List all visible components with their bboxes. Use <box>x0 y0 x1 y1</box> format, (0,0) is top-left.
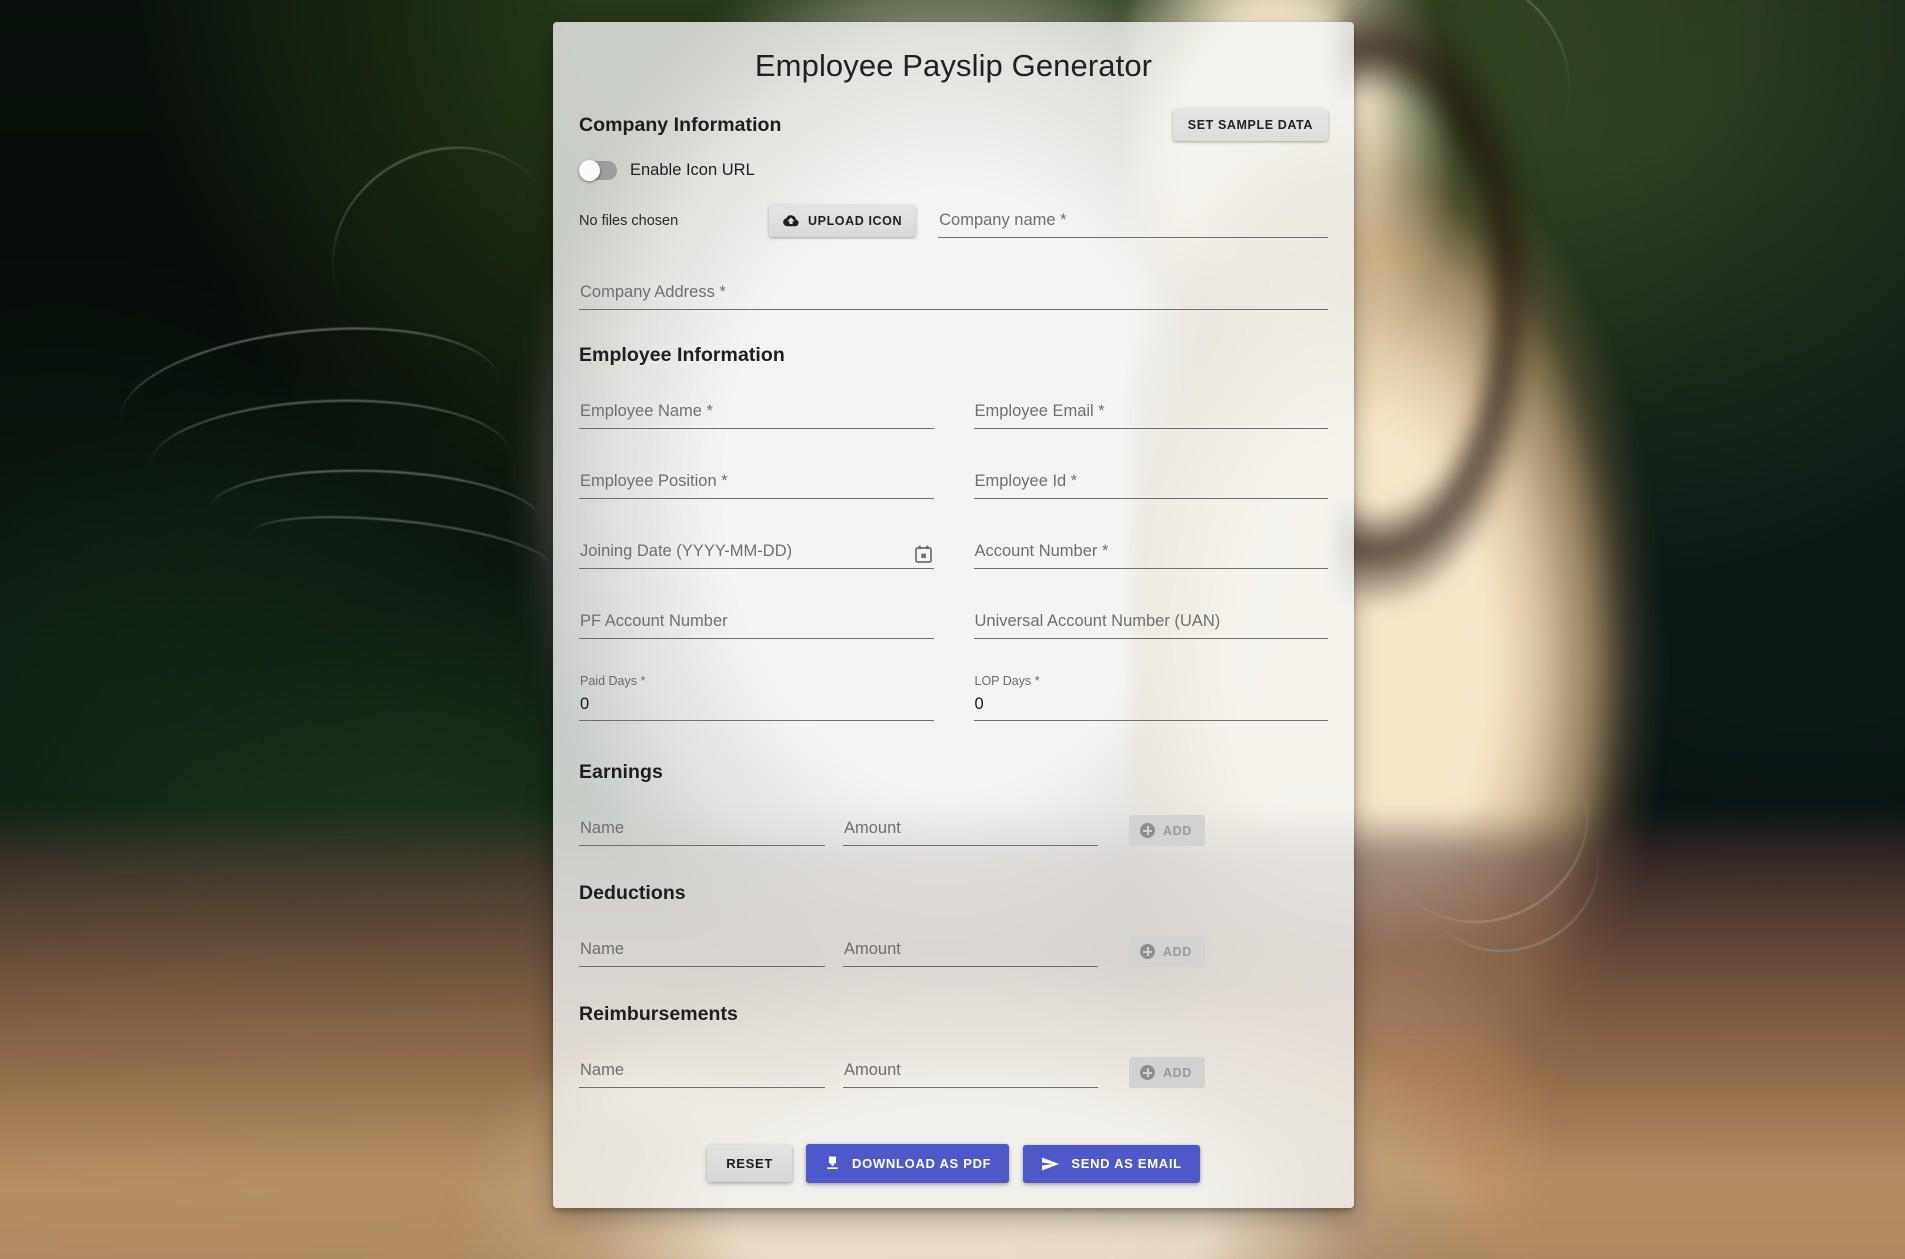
add-reimbursement-button[interactable]: ADD <box>1129 1057 1205 1088</box>
send-as-email-button[interactable]: SEND AS EMAIL <box>1023 1144 1200 1183</box>
icon-upload-row: No files chosen UPLOAD ICON Company name… <box>579 204 1328 238</box>
deductions-name-placeholder: Name <box>580 940 625 958</box>
reset-button[interactable]: RESET <box>707 1145 793 1182</box>
reimbursements-amount-field[interactable]: Amount <box>843 1054 1098 1088</box>
employee-position-field[interactable]: Employee Position * <box>579 465 934 499</box>
deductions-entry-row: Name Amount ADD <box>579 933 1328 967</box>
reimbursements-section-header: Reimbursements <box>579 1003 1328 1026</box>
lop-days-field[interactable]: LOP Days * 0 <box>973 674 1328 721</box>
calendar-icon[interactable] <box>914 545 932 563</box>
earnings-entry-row: Name Amount ADD <box>579 812 1328 846</box>
employee-name-email-row: Employee Name * Employee Email * <box>579 395 1328 429</box>
paid-days-field[interactable]: Paid Days * 0 <box>579 674 934 721</box>
company-name-placeholder: Company name * <box>939 211 1067 229</box>
download-as-pdf-button[interactable]: DOWNLOAD AS PDF <box>806 1144 1010 1183</box>
employee-id-field[interactable]: Employee Id * <box>973 465 1328 499</box>
account-number-field[interactable]: Account Number * <box>973 535 1328 569</box>
employee-position-placeholder: Employee Position * <box>580 472 728 490</box>
reimbursements-name-placeholder: Name <box>580 1061 625 1079</box>
plus-circle-icon <box>1140 823 1155 838</box>
add-deduction-button[interactable]: ADD <box>1129 936 1205 967</box>
set-sample-data-button[interactable]: SET SAMPLE DATA <box>1172 109 1328 141</box>
upload-icon-button-label: UPLOAD ICON <box>808 214 903 228</box>
earnings-name-placeholder: Name <box>580 819 625 837</box>
uan-field[interactable]: Universal Account Number (UAN) <box>973 605 1328 639</box>
cloud-upload-icon <box>783 214 799 228</box>
reimbursements-amount-placeholder: Amount <box>844 1061 901 1079</box>
deductions-amount-field[interactable]: Amount <box>843 933 1098 967</box>
company-name-field[interactable]: Company name * <box>938 204 1328 238</box>
lop-days-value: 0 <box>974 695 984 713</box>
employee-position-id-row: Employee Position * Employee Id * <box>579 465 1328 499</box>
deductions-section-header: Deductions <box>579 882 1328 905</box>
paid-days-label: Paid Days * <box>580 674 646 688</box>
reimbursements-section-title: Reimbursements <box>579 1003 738 1025</box>
download-as-pdf-label: DOWNLOAD AS PDF <box>852 1156 992 1171</box>
send-as-email-label: SEND AS EMAIL <box>1071 1156 1182 1171</box>
employee-name-placeholder: Employee Name * <box>580 402 713 420</box>
joining-date-account-row: Joining Date (YYYY-MM-DD) Account Number… <box>579 535 1328 569</box>
plus-circle-icon <box>1140 944 1155 959</box>
deductions-amount-placeholder: Amount <box>844 940 901 958</box>
earnings-amount-placeholder: Amount <box>844 819 901 837</box>
joining-date-field[interactable]: Joining Date (YYYY-MM-DD) <box>579 535 934 569</box>
enable-icon-url-label: Enable Icon URL <box>630 161 755 179</box>
add-earning-button-label: ADD <box>1163 823 1192 838</box>
employee-name-field[interactable]: Employee Name * <box>579 395 934 429</box>
earnings-amount-field[interactable]: Amount <box>843 812 1098 846</box>
employee-section-header: Employee Information <box>579 344 1328 367</box>
payslip-form-card: Employee Payslip Generator Company Infor… <box>553 22 1354 1208</box>
employee-id-placeholder: Employee Id * <box>974 472 1078 490</box>
pf-account-number-field[interactable]: PF Account Number <box>579 605 934 639</box>
reimbursements-entry-row: Name Amount ADD <box>579 1054 1328 1088</box>
deductions-name-field[interactable]: Name <box>579 933 825 967</box>
enable-icon-url-row: Enable Icon URL <box>579 159 1328 181</box>
joining-date-placeholder: Joining Date (YYYY-MM-DD) <box>580 542 793 560</box>
deductions-section-title: Deductions <box>579 882 686 904</box>
earnings-name-field[interactable]: Name <box>579 812 825 846</box>
add-reimbursement-button-label: ADD <box>1163 1065 1192 1080</box>
employee-email-placeholder: Employee Email * <box>974 402 1105 420</box>
file-status-label: No files chosen <box>579 213 679 229</box>
toggle-knob <box>579 159 600 181</box>
uan-placeholder: Universal Account Number (UAN) <box>974 612 1221 630</box>
company-address-row: Company Address * <box>579 276 1328 310</box>
account-number-placeholder: Account Number * <box>974 542 1109 560</box>
paid-days-value: 0 <box>580 695 590 713</box>
enable-icon-url-toggle[interactable] <box>579 159 617 181</box>
pf-uan-row: PF Account Number Universal Account Numb… <box>579 605 1328 639</box>
employee-section-title: Employee Information <box>579 344 785 366</box>
add-earning-button[interactable]: ADD <box>1129 815 1205 846</box>
send-icon <box>1041 1156 1060 1172</box>
reimbursements-name-field[interactable]: Name <box>579 1054 825 1088</box>
company-address-field[interactable]: Company Address * <box>579 276 1328 310</box>
earnings-section-header: Earnings <box>579 761 1328 784</box>
employee-email-field[interactable]: Employee Email * <box>973 395 1328 429</box>
plus-circle-icon <box>1140 1065 1155 1080</box>
company-section-title: Company Information <box>579 113 782 136</box>
footer-actions: RESET DOWNLOAD AS PDF SEND AS EMAIL <box>579 1144 1328 1183</box>
company-address-placeholder: Company Address * <box>580 283 726 301</box>
paid-lop-days-row: Paid Days * 0 LOP Days * 0 <box>579 674 1328 721</box>
company-section-header: Company Information SET SAMPLE DATA <box>579 109 1328 141</box>
earnings-section-title: Earnings <box>579 761 663 783</box>
download-icon <box>824 1155 841 1172</box>
pf-account-number-placeholder: PF Account Number <box>580 612 728 630</box>
page-title: Employee Payslip Generator <box>754 48 1153 83</box>
upload-icon-button[interactable]: UPLOAD ICON <box>769 205 917 237</box>
lop-days-label: LOP Days * <box>974 674 1040 688</box>
add-deduction-button-label: ADD <box>1163 944 1192 959</box>
